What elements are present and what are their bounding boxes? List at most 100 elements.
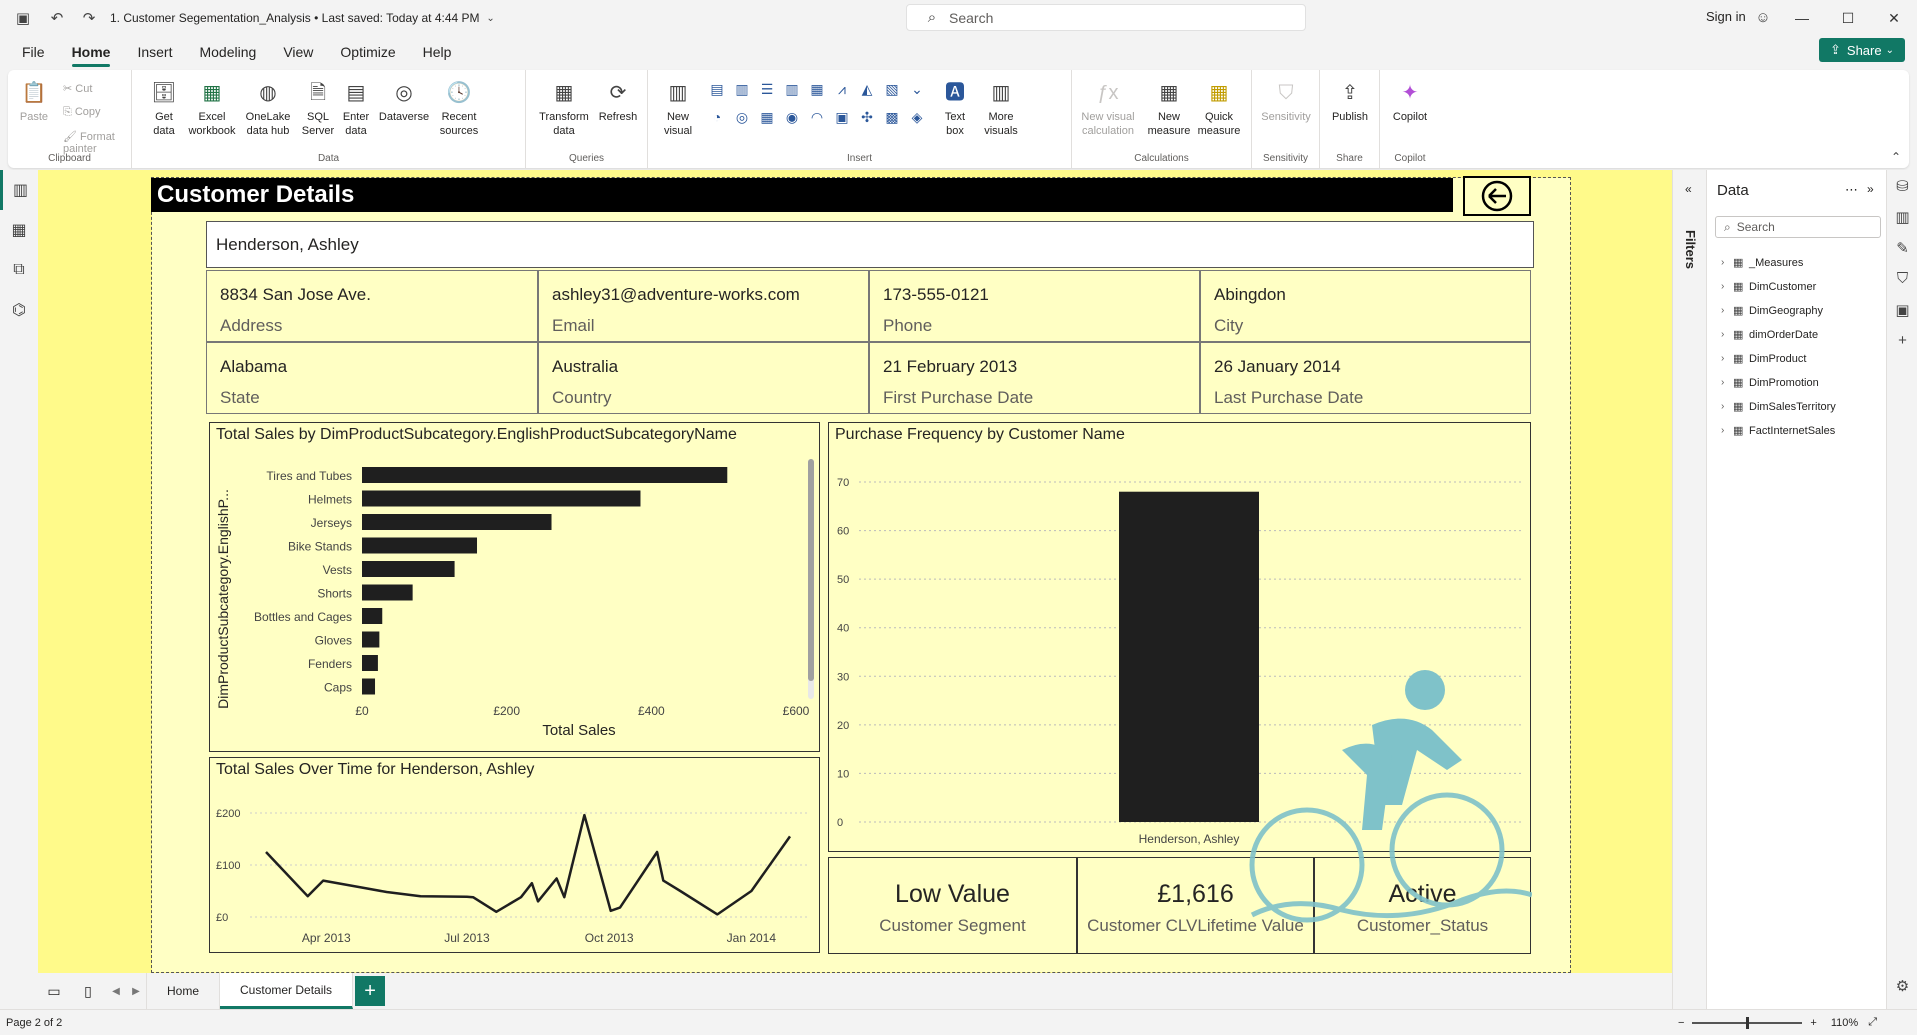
sql-server-button[interactable]: 🗎 SQL Server xyxy=(300,78,336,138)
enter-data-button[interactable]: ▤ Enter data xyxy=(340,78,372,138)
account-icon[interactable]: ☺ xyxy=(1752,6,1774,28)
table-view-icon[interactable]: ▦ xyxy=(0,210,38,250)
new-visual-calculation-button[interactable]: ƒx New visual calculation xyxy=(1078,78,1138,138)
filters-pane[interactable]: « xyxy=(1672,170,1706,1009)
menu-help[interactable]: Help xyxy=(423,44,452,60)
recent-sources-button[interactable]: 🕓 Recent sources xyxy=(434,78,484,138)
line-chart-icon[interactable]: ⩘ xyxy=(833,80,851,98)
chevron-right-icon[interactable]: › xyxy=(1721,377,1733,388)
area-chart-icon[interactable]: ◭ xyxy=(858,80,876,98)
power-apps-icon[interactable]: ◈ xyxy=(908,108,926,126)
menu-insert[interactable]: Insert xyxy=(137,44,172,60)
copy-button[interactable]: ⎘ Copy xyxy=(63,106,101,119)
table-item[interactable]: › ▦ _Measures xyxy=(1721,256,1803,270)
stacked-column-100-icon[interactable]: ▦ xyxy=(808,80,826,98)
sensitivity-button[interactable]: ⛉ Sensitivity xyxy=(1258,78,1314,124)
chevron-right-icon[interactable]: › xyxy=(1721,425,1733,436)
close-button[interactable]: ✕ xyxy=(1871,0,1917,36)
chevron-right-icon[interactable]: › xyxy=(1721,305,1733,316)
save-icon[interactable]: ▣ xyxy=(12,7,34,29)
paste-button[interactable]: 📋 Paste xyxy=(14,78,54,124)
mobile-layout-icon[interactable]: ▯ xyxy=(70,983,106,1000)
search-input[interactable]: ⌕ Search xyxy=(906,4,1306,31)
gauge-icon[interactable]: ◠ xyxy=(808,108,826,126)
ribbon-chart-icon[interactable]: ▧ xyxy=(883,80,901,98)
document-title[interactable]: 1. Customer Segementation_Analysis • Las… xyxy=(110,11,480,25)
bookmarks-icon[interactable]: ⛉ xyxy=(1887,263,1917,294)
get-data-button[interactable]: 🗄 Get data xyxy=(144,78,184,138)
zoom-slider[interactable] xyxy=(1692,1016,1803,1029)
filters-label[interactable]: Filters xyxy=(1683,230,1698,269)
cut-button[interactable]: ✂ Cut xyxy=(63,82,92,95)
gallery-more-icon[interactable]: ⌄ xyxy=(908,80,926,98)
fit-page-icon[interactable]: ⤢ xyxy=(1868,1016,1877,1029)
table-item[interactable]: › ▦ DimCustomer xyxy=(1721,280,1816,294)
zoom-level[interactable]: 110% xyxy=(1831,1017,1858,1029)
stacked-bar-icon[interactable]: ▤ xyxy=(708,80,726,98)
tab-home[interactable]: Home xyxy=(146,973,221,1009)
collapse-ribbon-icon[interactable]: ⌃ xyxy=(1891,150,1901,164)
menu-view[interactable]: View xyxy=(283,44,313,60)
clustered-bar-icon[interactable]: ☰ xyxy=(758,80,776,98)
data-pane-icon[interactable]: ⛁ xyxy=(1887,170,1917,201)
sales-by-subcategory-visual[interactable]: Total Sales by DimProductSubcategory.Eng… xyxy=(209,422,820,752)
redo-icon[interactable]: ↷ xyxy=(78,7,100,29)
next-page-icon[interactable]: ▶ xyxy=(126,986,146,997)
onelake-button[interactable]: ◍ OneLake data hub xyxy=(240,78,296,138)
transform-data-button[interactable]: ▦ Transform data xyxy=(536,78,592,138)
zoom-out-button[interactable]: − xyxy=(1678,1017,1684,1029)
dax-query-view-icon[interactable]: ⌬ xyxy=(0,290,38,330)
zoom-in-button[interactable]: + xyxy=(1810,1017,1816,1029)
undo-icon[interactable]: ↶ xyxy=(46,7,68,29)
chevron-right-icon[interactable]: › xyxy=(1721,257,1733,268)
tab-customer-details[interactable]: Customer Details xyxy=(220,973,354,1009)
sales-over-time-visual[interactable]: Total Sales Over Time for Henderson, Ash… xyxy=(209,757,820,953)
prev-page-icon[interactable]: ◀ xyxy=(106,986,126,997)
chevron-right-icon[interactable]: › xyxy=(1721,353,1733,364)
desktop-layout-icon[interactable]: ▭ xyxy=(38,983,70,1000)
table-item[interactable]: › ▦ DimGeography xyxy=(1721,304,1823,318)
menu-optimize[interactable]: Optimize xyxy=(340,44,395,60)
clustered-column-icon[interactable]: ▥ xyxy=(783,80,801,98)
menu-home[interactable]: Home xyxy=(71,44,110,67)
format-painter-button[interactable]: 🖌 Format painter xyxy=(63,130,131,155)
refresh-button[interactable]: ⟳ Refresh xyxy=(596,78,640,124)
menu-modeling[interactable]: Modeling xyxy=(199,44,256,60)
data-search-input[interactable]: ⌕ Search xyxy=(1715,216,1881,238)
table-item[interactable]: › ▦ DimPromotion xyxy=(1721,376,1819,390)
table-visual-icon[interactable]: ▦ xyxy=(758,108,776,126)
chevron-right-icon[interactable]: › xyxy=(1721,281,1733,292)
map-icon[interactable]: ◉ xyxy=(783,108,801,126)
donut-chart-icon[interactable]: ◎ xyxy=(733,108,751,126)
report-view-icon[interactable]: ▥ xyxy=(0,170,38,210)
quick-measure-button[interactable]: ▦ Quick measure xyxy=(1196,78,1242,138)
sign-in-link[interactable]: Sign in xyxy=(1706,9,1746,24)
pie-chart-icon[interactable]: ◔ xyxy=(708,108,726,126)
publish-button[interactable]: ⇪ Publish xyxy=(1326,78,1374,124)
decomposition-icon[interactable]: ✣ xyxy=(858,108,876,126)
new-visual-button[interactable]: ▥ New visual xyxy=(658,78,698,138)
share-button[interactable]: ⇪ Share ⌄ xyxy=(1819,38,1905,62)
card-icon[interactable]: ▣ xyxy=(833,108,851,126)
model-view-icon[interactable]: ⧉ xyxy=(0,250,38,290)
minimize-button[interactable]: — xyxy=(1779,0,1825,36)
format-pane-icon[interactable]: ✎ xyxy=(1887,232,1917,263)
add-page-button[interactable]: + xyxy=(355,976,386,1006)
menu-file[interactable]: File xyxy=(22,44,45,60)
settings-icon[interactable]: ⚙ xyxy=(1887,970,1917,1001)
expand-chevron-icon[interactable]: « xyxy=(1685,182,1692,196)
visualizations-pane-icon[interactable]: ▥ xyxy=(1887,201,1917,232)
selection-pane-icon[interactable]: ▣ xyxy=(1887,294,1917,325)
zoom-slider-thumb[interactable] xyxy=(1745,1016,1749,1029)
chevron-down-icon[interactable]: ⌄ xyxy=(480,7,502,29)
table-item[interactable]: › ▦ DimSalesTerritory xyxy=(1721,400,1836,414)
table-item[interactable]: › ▦ dimOrderDate xyxy=(1721,328,1818,342)
stacked-column-icon[interactable]: ▥ xyxy=(733,80,751,98)
excel-button[interactable]: ▦ Excel workbook xyxy=(188,78,235,138)
dataverse-button[interactable]: ◎ Dataverse xyxy=(376,78,432,124)
add-pane-icon[interactable]: + xyxy=(1887,325,1917,356)
back-button[interactable] xyxy=(1463,176,1531,216)
table-item[interactable]: › ▦ FactInternetSales xyxy=(1721,424,1835,438)
more-options-icon[interactable]: ⋯ xyxy=(1845,182,1858,198)
kpi-icon[interactable]: ▩ xyxy=(883,108,901,126)
